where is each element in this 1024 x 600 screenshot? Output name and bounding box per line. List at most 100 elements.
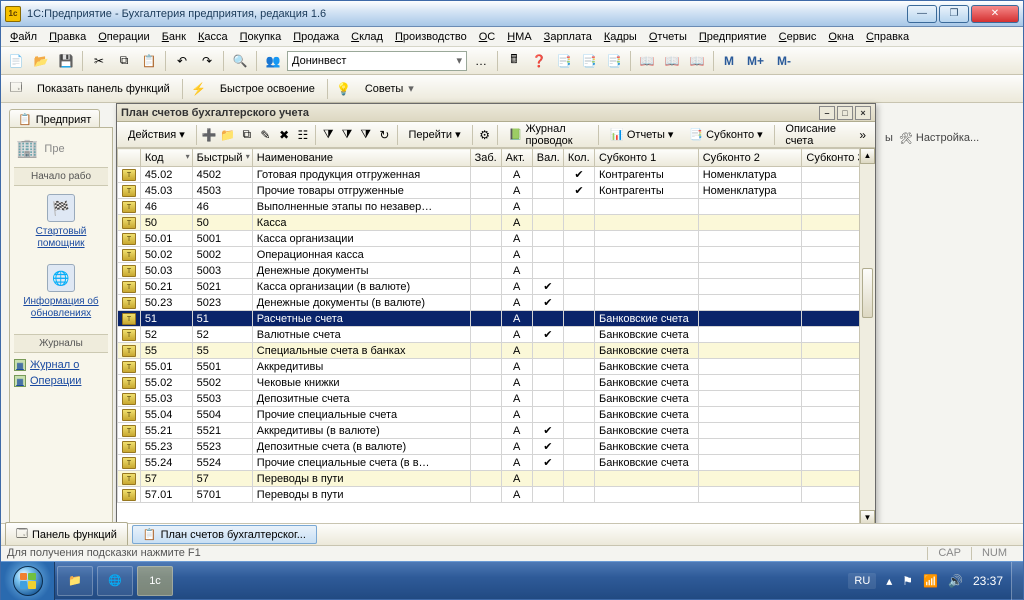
quick-icon[interactable]: ⚡ [188,78,210,100]
calc-icon[interactable]: 🖩 [503,50,525,72]
filter2-icon[interactable]: ⧩ [339,124,356,146]
table-row[interactable]: T5555Специальные счета в банкахАБанковск… [118,343,875,359]
col-header-8[interactable]: Субконто 1 [595,149,699,167]
table-row[interactable]: T5151Расчетные счетаАБанковские счета [118,311,875,327]
panel-icon[interactable]: 🗔 [5,78,27,100]
tab-enterprise[interactable]: 📋Предприят [9,109,100,129]
menu-11[interactable]: Зарплата [539,29,597,44]
table-row[interactable]: T55.015501АккредитивыАБанковские счета [118,359,875,375]
stub-a[interactable]: ы [885,132,893,144]
menu-17[interactable]: Справка [861,29,914,44]
col-header-7[interactable]: Кол. [563,149,594,167]
subkonto-button[interactable]: 📑Субконто ▾ [682,125,769,144]
menu-10[interactable]: НМА [502,29,536,44]
add-icon[interactable]: ➕ [200,124,217,146]
minimize-button[interactable]: — [907,5,937,23]
hier-icon[interactable]: ☷ [294,124,311,146]
table-row[interactable]: T45.024502Готовая продукция отгруженнаяА… [118,167,875,183]
tray-up-icon[interactable]: ▴ [886,574,892,588]
table-row[interactable]: T55.215521Аккредитивы (в валюте)А✔Банков… [118,423,875,439]
maximize-button[interactable]: ❐ [939,5,969,23]
show-desktop-button[interactable] [1011,562,1023,600]
close-button[interactable]: ✕ [971,5,1019,23]
ref2-icon[interactable]: 📖 [661,50,683,72]
table-row[interactable]: T50.035003Денежные документыА [118,263,875,279]
filter3-icon[interactable]: ⧩ [357,124,374,146]
help-icon[interactable]: ❓ [528,50,550,72]
inner-max-button[interactable]: □ [837,106,853,120]
add-group-icon[interactable]: 📁 [219,124,236,146]
gear-icon[interactable]: ⚙ [476,124,493,146]
table-row[interactable]: T57.015701Переводы в путиА [118,487,875,503]
delete-icon[interactable]: ✖ [276,124,293,146]
menu-6[interactable]: Продажа [288,29,344,44]
menu-7[interactable]: Склад [346,29,388,44]
table-row[interactable]: T55.025502Чековые книжкиАБанковские счет… [118,375,875,391]
lang-indicator[interactable]: RU [848,573,876,589]
new-icon[interactable]: 📄 [5,50,27,72]
cut-icon[interactable]: ✂ [88,50,110,72]
accounts-grid[interactable]: Код▾Быстрый ▾НаименованиеЗаб.Акт.Вал.Кол… [117,148,875,542]
table-row[interactable]: T45.034503Прочие товары отгруженныеА✔Кон… [118,183,875,199]
inner-close-button[interactable]: × [855,106,871,120]
settings-link[interactable]: 🛠Настройка... [899,132,979,145]
actions-button[interactable]: Действия ▾ [121,125,192,144]
sidebar-row-0[interactable]: ▦Журнал о [14,357,108,373]
m-minus-button[interactable]: M- [772,50,796,72]
doc2-icon[interactable]: 📑 [578,50,600,72]
menu-4[interactable]: Касса [193,29,233,44]
m-plus-button[interactable]: M+ [742,50,769,72]
table-row[interactable]: T55.035503Депозитные счетаАБанковские сч… [118,391,875,407]
col-header-5[interactable]: Акт. [501,149,532,167]
table-row[interactable]: T5757Переводы в путиА [118,471,875,487]
table-row[interactable]: T50.025002Операционная кассаА [118,247,875,263]
menu-14[interactable]: Предприятие [694,29,772,44]
save-icon[interactable]: 💾 [55,50,77,72]
table-row[interactable]: T55.045504Прочие специальные счетаАБанко… [118,407,875,423]
doc1-icon[interactable]: 📑 [553,50,575,72]
start-button[interactable] [1,562,55,600]
table-row[interactable]: T5050КассаА [118,215,875,231]
clock[interactable]: 23:37 [973,574,1003,588]
task-explorer-icon[interactable]: 📁 [57,566,93,596]
table-row[interactable]: T55.235523Депозитные счета (в валюте)А✔Б… [118,439,875,455]
inner-min-button[interactable]: – [819,106,835,120]
menu-2[interactable]: Операции [93,29,154,44]
table-row[interactable]: T50.215021Касса организации (в валюте)А✔ [118,279,875,295]
table-row[interactable]: T50.015001Касса организацииА [118,231,875,247]
copy2-icon[interactable]: ⧉ [238,124,255,146]
sidebar-item-1[interactable]: 🌐Информация об обновлениях [14,264,108,320]
col-header-2[interactable]: Быстрый ▾ [192,149,252,167]
menu-15[interactable]: Сервис [774,29,822,44]
inner-more-icon[interactable]: » [854,124,871,146]
sound-icon[interactable]: 🔊 [948,574,963,588]
journal-button[interactable]: 📗Журнал проводок [502,120,595,150]
doc3-icon[interactable]: 📑 [603,50,625,72]
winbar-panel[interactable]: 🗔Панель функций [5,522,128,547]
org-icon[interactable]: 👥 [262,50,284,72]
menu-16[interactable]: Окна [823,29,859,44]
m-button[interactable]: M [719,50,739,72]
network-icon[interactable]: 📶 [923,574,938,588]
menu-3[interactable]: Банк [157,29,191,44]
sidebar-item-0[interactable]: 🏁Стартовый помощник [14,194,108,250]
menu-8[interactable]: Производство [390,29,472,44]
menu-12[interactable]: Кадры [599,29,642,44]
menu-13[interactable]: Отчеты [644,29,692,44]
scroll-thumb[interactable] [862,268,873,318]
show-panel-button[interactable]: Показать панель функций [30,80,177,98]
org-combo[interactable]: Донинвест▾ [287,51,467,71]
col-header-3[interactable]: Наименование [252,149,470,167]
menu-0[interactable]: Файл [5,29,42,44]
ref1-icon[interactable]: 📖 [636,50,658,72]
ref3-icon[interactable]: 📖 [686,50,708,72]
refresh-icon[interactable]: ↻ [376,124,393,146]
paste-icon[interactable]: 📋 [138,50,160,72]
more-icon[interactable]: … [470,50,492,72]
menu-5[interactable]: Покупка [235,29,287,44]
desc-button[interactable]: Описание счета [778,120,852,150]
task-1c-icon[interactable]: 1c [137,566,173,596]
flag-icon[interactable]: ⚑ [902,574,913,588]
col-header-9[interactable]: Субконто 2 [698,149,802,167]
winbar-chart[interactable]: 📋План счетов бухгалтерског... [132,525,317,544]
